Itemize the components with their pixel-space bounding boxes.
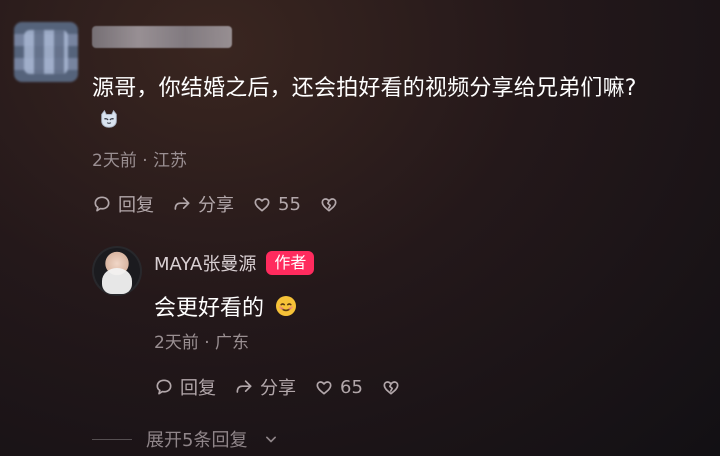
reply-content: 会更好看的: [154, 290, 298, 322]
reply-like-button[interactable]: 65: [314, 377, 363, 398]
reply-actions: 回复 分享 65: [154, 374, 401, 400]
heart-icon: [316, 381, 332, 395]
reply-like-count: 65: [340, 376, 363, 398]
reply-label: 回复: [118, 195, 154, 216]
share-arrow-icon: [174, 197, 190, 210]
expand-label: 展开5条回复: [146, 430, 248, 451]
share-button[interactable]: 分享: [172, 191, 234, 217]
author-avatar[interactable]: [92, 246, 142, 296]
reply-reply-label: 回复: [180, 378, 216, 399]
broken-heart-icon: [383, 381, 399, 395]
broken-heart-icon: [321, 198, 337, 212]
comment-meta: 2天前 · 江苏: [92, 151, 188, 171]
like-button[interactable]: 55: [252, 194, 301, 215]
reply-share-button[interactable]: 分享: [234, 374, 296, 400]
share-arrow-icon: [236, 380, 252, 393]
reply-reply-button[interactable]: 回复: [154, 374, 216, 400]
reply-meta: 2天前 · 广东: [154, 333, 250, 353]
reply-header: MAYA张曼源 作者: [154, 250, 315, 276]
author-name[interactable]: MAYA张曼源: [154, 250, 256, 276]
reply-text: 会更好看的: [154, 296, 265, 321]
like-count: 55: [278, 193, 301, 215]
comment-text: 源哥，你结婚之后，还会拍好看的视频分享给兄弟们嘛?: [92, 76, 637, 101]
expand-replies[interactable]: 展开5条回复: [92, 426, 281, 452]
reply-share-label: 分享: [260, 378, 296, 399]
comment-bubble-icon: [156, 379, 172, 395]
comment-bubble-icon: [94, 196, 110, 212]
expand-divider: [92, 438, 132, 440]
dislike-button[interactable]: [319, 194, 339, 214]
share-label: 分享: [198, 195, 234, 216]
cat-emoji-icon: [101, 109, 117, 128]
chevron-down-icon: [266, 436, 277, 443]
heart-icon: [254, 198, 270, 212]
comment-actions: 回复 分享 55: [92, 191, 339, 217]
author-badge: 作者: [266, 251, 315, 275]
commenter-avatar[interactable]: [14, 22, 78, 82]
reply-dislike-button[interactable]: [381, 377, 401, 397]
commenter-name-blurred: [92, 26, 232, 48]
smile-emoji-icon: [276, 296, 297, 316]
reply-button[interactable]: 回复: [92, 191, 154, 217]
